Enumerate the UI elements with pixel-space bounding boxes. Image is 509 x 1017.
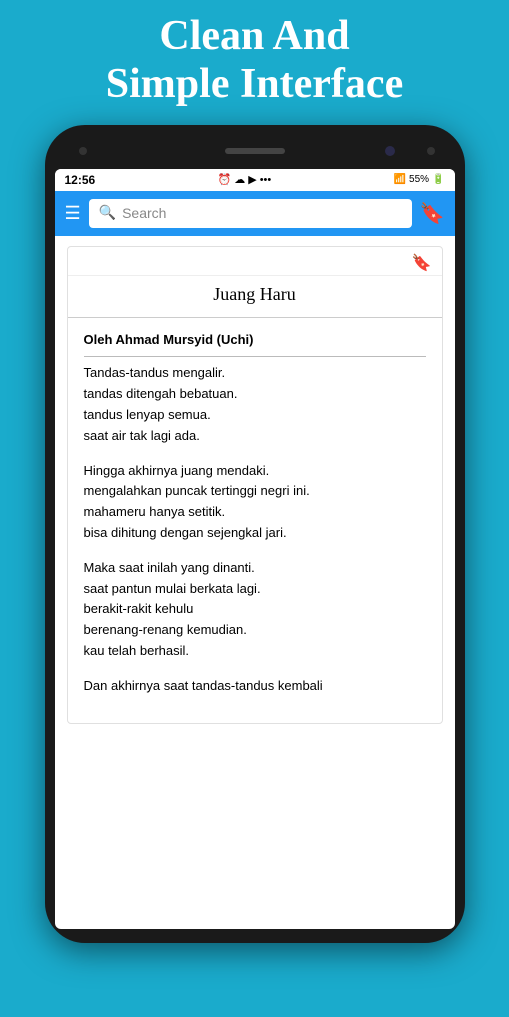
poem-line: bisa dihitung dengan sejengkal jari.	[84, 523, 426, 544]
signal-icon: 📶	[394, 174, 406, 185]
poem-line: saat air tak lagi ada.	[84, 426, 426, 447]
poem-card: 🔖 Juang Haru Oleh Ahmad Mursyid (Uchi) T…	[67, 246, 443, 724]
status-bar: 12:56 ⏰ ☁ ▶ ••• 📶 55% 🔋	[55, 169, 455, 191]
poem-line: mahameru hanya setitik.	[84, 502, 426, 523]
search-placeholder-text: Search	[122, 205, 166, 221]
poem-line: tandus lenyap semua.	[84, 405, 426, 426]
phone-dots-right	[427, 147, 435, 155]
alarm-icon: ⏰	[218, 173, 232, 186]
content-area: 🔖 Juang Haru Oleh Ahmad Mursyid (Uchi) T…	[55, 246, 455, 724]
header-line1: Clean And	[159, 13, 349, 59]
poem-line: Tandas-tandus mengalir.	[84, 363, 426, 384]
poem-stanza-4: Dan akhirnya saat tandas-tandus kembali	[84, 676, 426, 697]
phone-top-bar	[55, 139, 455, 163]
status-notif-icons: ⏰ ☁ ▶ •••	[218, 173, 272, 186]
bookmark-icon[interactable]: 🔖	[420, 201, 445, 226]
search-bar[interactable]: 🔍 Search	[89, 199, 412, 228]
phone-dot-left	[79, 147, 87, 155]
battery-icon: 🔋	[432, 174, 444, 185]
poem-title: Juang Haru	[68, 276, 442, 318]
status-time: 12:56	[65, 173, 96, 187]
phone-dot-1	[427, 147, 435, 155]
battery-text: 55%	[409, 174, 429, 185]
poem-line: Hingga akhirnya juang mendaki.	[84, 461, 426, 482]
phone-camera	[385, 146, 395, 156]
poem-bookmark-icon[interactable]: 🔖	[412, 253, 432, 273]
poem-card-header: 🔖	[68, 247, 442, 276]
phone-screen: 12:56 ⏰ ☁ ▶ ••• 📶 55% 🔋 ☰ 🔍 Search 🔖	[55, 169, 455, 929]
app-toolbar: ☰ 🔍 Search 🔖	[55, 191, 455, 236]
poem-author: Oleh Ahmad Mursyid (Uchi)	[84, 330, 426, 358]
poem-body: Oleh Ahmad Mursyid (Uchi) Tandas-tandus …	[68, 318, 442, 723]
status-right-icons: 📶 55% 🔋	[394, 174, 445, 185]
hamburger-menu-icon[interactable]: ☰	[65, 203, 81, 224]
poem-line: Maka saat inilah yang dinanti.	[84, 558, 426, 579]
poem-line: mengalahkan puncak tertinggi negri ini.	[84, 481, 426, 502]
phone-speaker	[225, 148, 285, 154]
poem-line: berenang-renang kemudian.	[84, 620, 426, 641]
play-icon: ▶	[248, 173, 256, 186]
poem-line: berakit-rakit kehulu	[84, 599, 426, 620]
header-line2: Simple Interface	[106, 61, 403, 107]
poem-line: saat pantun mulai berkata lagi.	[84, 579, 426, 600]
poem-stanza-3: Maka saat inilah yang dinanti. saat pant…	[84, 558, 426, 662]
phone-shell: 12:56 ⏰ ☁ ▶ ••• 📶 55% 🔋 ☰ 🔍 Search 🔖	[45, 125, 465, 943]
header-title: Clean And Simple Interface	[86, 12, 423, 109]
poem-line: tandas ditengah bebatuan.	[84, 384, 426, 405]
cloud-icon: ☁	[234, 173, 245, 186]
poem-line: Dan akhirnya saat tandas-tandus kembali	[84, 676, 426, 697]
search-icon: 🔍	[99, 205, 116, 222]
more-icon: •••	[260, 174, 272, 186]
poem-stanza-1: Tandas-tandus mengalir. tandas ditengah …	[84, 363, 426, 446]
poem-line: kau telah berhasil.	[84, 641, 426, 662]
poem-stanza-2: Hingga akhirnya juang mendaki. mengalahk…	[84, 461, 426, 544]
